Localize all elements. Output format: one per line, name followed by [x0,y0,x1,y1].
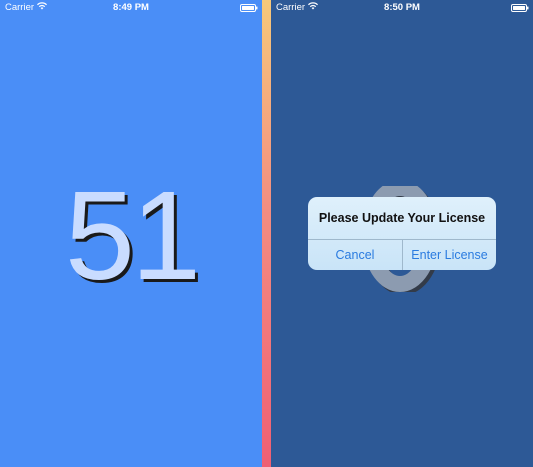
screen-divider [262,0,271,467]
right-screen: Carrier 8:50 PM Please Update Your Licen… [271,0,533,467]
license-alert-dialog: Please Update Your License Cancel Enter … [308,197,496,270]
left-screen: Carrier 8:49 PM 51 [0,0,262,467]
status-bar: Carrier 8:50 PM [271,0,533,16]
status-time: 8:50 PM [384,2,420,13]
app-stage: Carrier 8:49 PM 51 Carrier 8:50 PM Pleas… [0,0,533,467]
enter-license-button[interactable]: Enter License [403,240,496,270]
status-time: 8:49 PM [113,2,149,13]
counter-number: 51 [64,165,201,306]
cancel-button[interactable]: Cancel [308,240,402,270]
battery-icon [240,4,258,12]
status-bar: Carrier 8:49 PM [0,0,262,16]
battery-icon [511,4,529,12]
alert-title: Please Update Your License [318,211,486,225]
